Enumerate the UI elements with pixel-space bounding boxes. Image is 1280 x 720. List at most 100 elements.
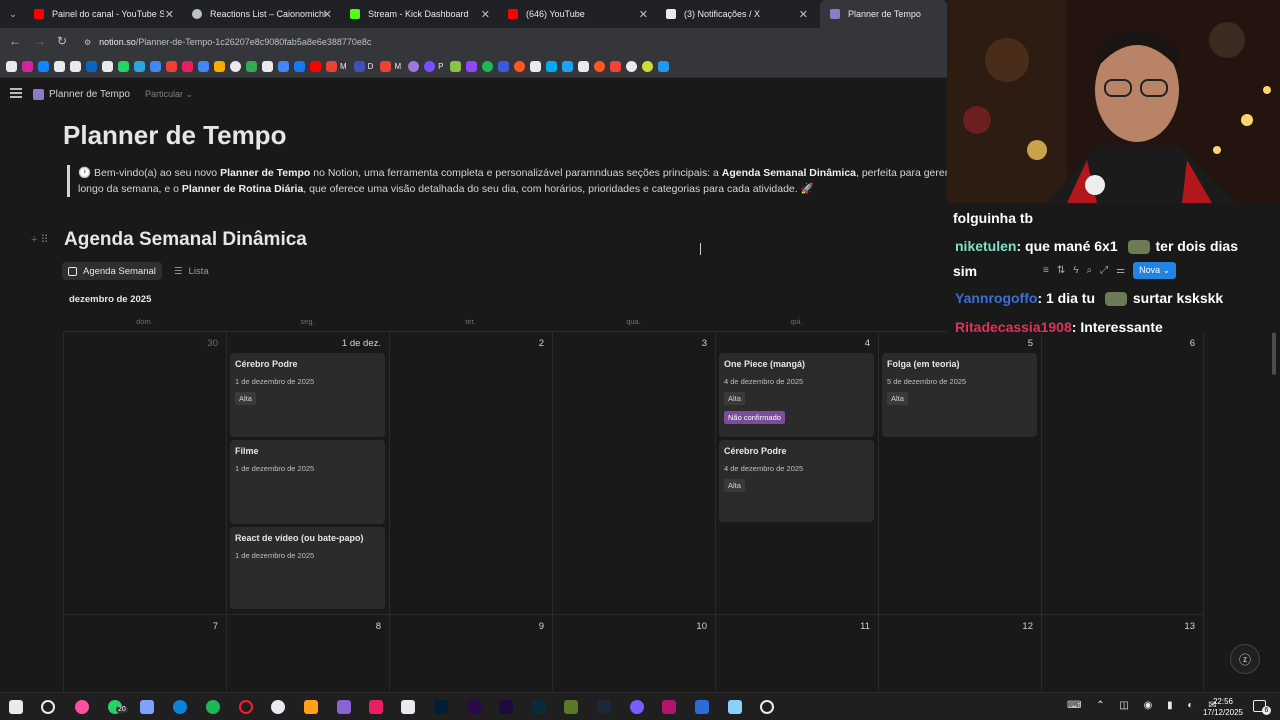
notion-ai-button[interactable]: ⓩ [1230,644,1260,674]
taskbar-app-icon[interactable] [662,700,676,714]
bookmark-pink-icon[interactable] [182,61,193,72]
taskbar-app-icon[interactable] [695,700,709,714]
spotify-icon[interactable] [206,700,220,714]
edge-icon[interactable] [173,700,187,714]
bookmark-label[interactable]: M [394,62,401,71]
threads-bookmark-icon[interactable] [54,61,65,72]
tab-kick-dashboard[interactable]: Stream - Kick Dashboard ✕ [340,0,498,28]
bookmark-twitter-icon[interactable] [562,61,574,72]
day-cell[interactable]: 30 [63,331,226,614]
premiere-icon[interactable] [467,700,481,714]
sort-icon[interactable]: ⇅ [1057,265,1065,276]
event-card[interactable]: Cérebro Podre 4 de dezembro de 2025 Alta [719,440,874,522]
tab-search-icon[interactable]: ⌄ [5,6,21,22]
tab-x-notifications[interactable]: (3) Notificações / X ✕ [656,0,816,28]
google-bookmark-icon[interactable] [230,61,241,72]
bluesky-bookmark-icon[interactable] [38,61,49,72]
whatsapp-bookmark-icon[interactable] [118,61,129,72]
day-cell[interactable]: 8 [226,614,389,691]
event-card[interactable]: One Piece (mangá) 4 de dezembro de 2025 … [719,353,874,437]
windows-start-icon[interactable] [9,700,23,714]
clock[interactable]: 22:56 17/12/2025 [1203,696,1243,718]
x-bookmark-icon[interactable] [6,61,17,72]
copilot-icon[interactable] [140,700,154,714]
gmail-bookmark-icon[interactable] [166,61,177,72]
tab-agenda-semanal[interactable]: Agenda Semanal [62,262,162,280]
close-icon[interactable]: ✕ [481,8,490,21]
bookmark-globe-icon[interactable] [626,61,638,72]
day-cell[interactable]: 2 [389,331,552,614]
breadcrumb-title[interactable]: Planner de Tempo [49,89,130,100]
bookmark-yellow-icon[interactable] [642,61,654,72]
bookmark-d-icon[interactable] [353,61,365,72]
tab-reactions-list[interactable]: Reactions List – Caionomichi ✕ [182,0,340,28]
forward-icon[interactable]: → [34,34,46,48]
sidebar-toggle-icon[interactable] [10,88,22,98]
event-card[interactable]: React de vídeo (ou bate-papo) 1 de dezem… [230,527,385,609]
bookmark-orange2-icon[interactable] [594,61,606,72]
tiktok-bookmark-icon[interactable] [70,61,81,72]
filter-icon[interactable]: ≡ [1043,265,1049,276]
photoshop-icon[interactable] [434,700,448,714]
telegram-bookmark-icon[interactable] [134,61,145,72]
close-icon[interactable]: ✕ [165,8,174,21]
after-effects-icon[interactable] [499,700,513,714]
bookmark-purple-icon[interactable] [408,61,420,72]
gmail-m-bookmark-icon[interactable] [326,61,337,72]
mail-bookmark-icon[interactable] [150,61,161,72]
tab-planner-de-tempo[interactable]: Planner de Tempo [820,0,947,28]
spotify-bookmark-icon[interactable] [482,61,494,72]
settings-icon[interactable]: ⚌ [1116,265,1125,276]
bookmark-meta-icon[interactable] [278,61,289,72]
opera-icon[interactable] [239,700,253,714]
taskbar-app-icon[interactable] [728,700,742,714]
search-icon[interactable]: ⌕ [1087,265,1093,276]
taskbar-app-icon[interactable] [75,700,89,714]
taskbar-app-icon[interactable] [630,700,644,714]
day-cell[interactable]: 11 [715,614,878,691]
bookmark-label[interactable]: M [340,62,347,71]
event-card[interactable]: Cérebro Podre 1 de dezembro de 2025 Alta [230,353,385,437]
instagram-bookmark-icon[interactable] [22,61,33,72]
expand-icon[interactable]: ⤢ [1100,265,1108,276]
close-icon[interactable]: ✕ [639,8,648,21]
tray-icons[interactable]: ⌨ ⌃ ◫ ◉ ▮ ◐ ✉ [1067,700,1223,711]
day-cell[interactable]: 13 [1041,614,1204,691]
bookmark-red-icon[interactable] [610,61,622,72]
bookmark-lightblue-icon[interactable] [546,61,558,72]
new-button[interactable]: Nova ⌄ [1133,262,1177,279]
drive-bookmark-icon[interactable] [246,61,257,72]
tab-youtube[interactable]: (646) YouTube ✕ [498,0,656,28]
taskbar-app-icon[interactable] [337,700,351,714]
linkedin-bookmark-icon[interactable] [86,61,97,72]
event-card[interactable]: Folga (em teoria) 5 de dezembro de 2025 … [882,353,1037,437]
reload-icon[interactable]: ↻ [57,34,67,48]
day-cell[interactable]: 10 [552,614,715,691]
steam-icon[interactable] [597,700,611,714]
tab-lista[interactable]: ☰ Lista [168,262,215,280]
notion-icon[interactable] [401,700,415,714]
bookmark-blue-icon[interactable] [198,61,209,72]
day-cell[interactable]: 7 [63,614,226,691]
taskbar-app-icon[interactable] [369,700,383,714]
bookmark-arrow-icon[interactable] [578,61,590,72]
download-bookmark-icon[interactable] [450,61,462,72]
day-cell[interactable]: 12 [878,614,1041,691]
bookmark-label[interactable]: D [368,62,374,71]
site-info-icon[interactable]: ⚙ [84,38,91,47]
bookmark-blue2-icon[interactable] [498,61,510,72]
day-cell[interactable]: 3 [552,331,715,614]
meta-bookmark-icon[interactable] [294,61,305,72]
bookmark-a-icon[interactable] [102,61,113,72]
taskbar-app-icon[interactable] [564,700,578,714]
bookmark-orange-icon[interactable] [514,61,526,72]
close-icon[interactable]: ✕ [799,8,808,21]
obs-icon[interactable] [760,700,774,714]
drag-handle-icon[interactable]: + ⠿ [31,233,49,246]
gmail-m2-bookmark-icon[interactable] [380,61,392,72]
search-icon[interactable] [41,700,55,714]
url-input[interactable]: ⚙ notion.so/Planner-de-Tempo-1c26207e8c9… [84,33,939,51]
chrome-icon[interactable] [271,700,285,714]
bookmark-car-icon[interactable] [262,61,273,72]
tab-youtube-studio[interactable]: Painel do canal - YouTube Studio ✕ [24,0,182,28]
